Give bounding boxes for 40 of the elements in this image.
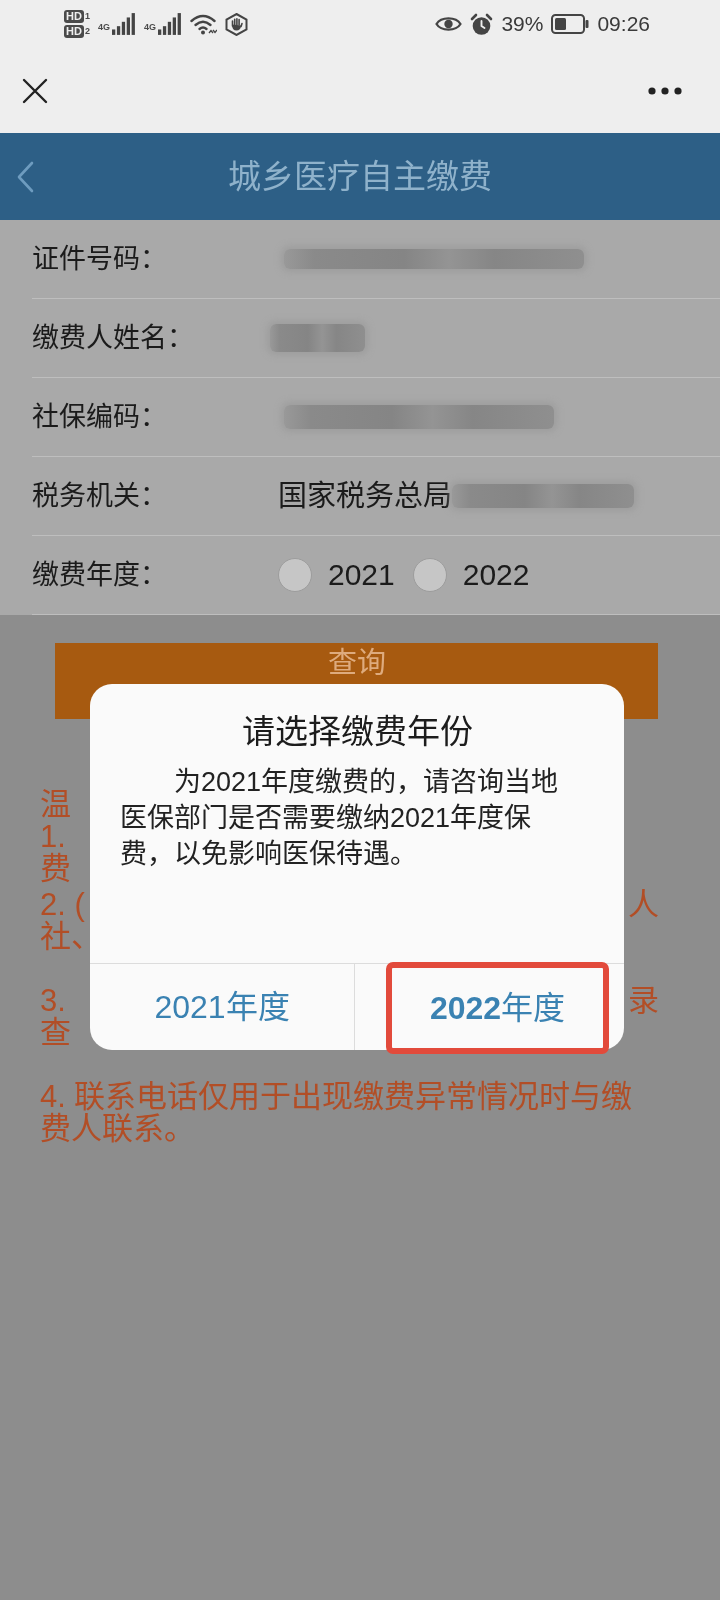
field-value: 国家税务总局 <box>278 479 452 513</box>
tip-text: 人 <box>628 887 659 922</box>
field-label: 缴费人姓名： <box>32 323 194 353</box>
more-icon[interactable] <box>648 86 682 95</box>
field-label: 证件号码： <box>32 244 167 274</box>
dialog-button[interactable]: 2022年度 <box>392 968 603 1048</box>
signal-icon <box>111 13 136 35</box>
close-icon[interactable] <box>22 77 48 104</box>
tip-text: 查 <box>40 1015 71 1050</box>
hexagon-hand-icon <box>224 12 248 36</box>
radio-icon[interactable] <box>278 558 312 592</box>
radio-option[interactable]: 2022 <box>412 558 530 592</box>
tip-text: 录 <box>628 983 659 1018</box>
tip-text: 4. 联系电话仅用于出现缴费异常情况时与缴费人联系。 <box>40 1081 634 1145</box>
field-label: 缴费年度： <box>32 560 167 590</box>
battery-percent: 39% <box>501 12 544 36</box>
sim-slot-number: 1 <box>84 10 90 23</box>
alarm-clock-icon <box>470 12 494 36</box>
field-label: 税务机关： <box>32 481 167 511</box>
battery-icon <box>551 14 590 34</box>
signal-icon <box>157 13 182 35</box>
radio-icon[interactable] <box>412 558 447 592</box>
tip-text: 1. <box>40 819 66 854</box>
page-title: 城乡医疗自主缴费 <box>228 156 492 197</box>
sim-slot-number: 2 <box>84 25 90 38</box>
wifi-icon <box>189 13 217 35</box>
dialog-button[interactable]: 2021年度 <box>90 964 354 1050</box>
tip-text: 3. <box>40 983 66 1018</box>
eye-icon <box>435 15 463 33</box>
dialog-message: 为2021年度缴费的，请咨询当地医保部门是否需要缴纳2021年度保费，以免影响医保待遇。 <box>120 766 560 871</box>
tip-text: 温 <box>40 787 71 822</box>
field-label: 社保编码： <box>32 402 167 432</box>
network-type-label: 4G <box>143 23 156 32</box>
hd-badge: HD <box>64 10 84 23</box>
tip-text: 费 <box>40 851 71 886</box>
radio-option[interactable]: 2021 <box>278 558 395 592</box>
back-icon[interactable] <box>16 160 34 193</box>
clock-time: 09:26 <box>597 12 650 36</box>
hd-badge: HD <box>64 25 84 38</box>
network-type-label: 4G <box>97 23 110 32</box>
